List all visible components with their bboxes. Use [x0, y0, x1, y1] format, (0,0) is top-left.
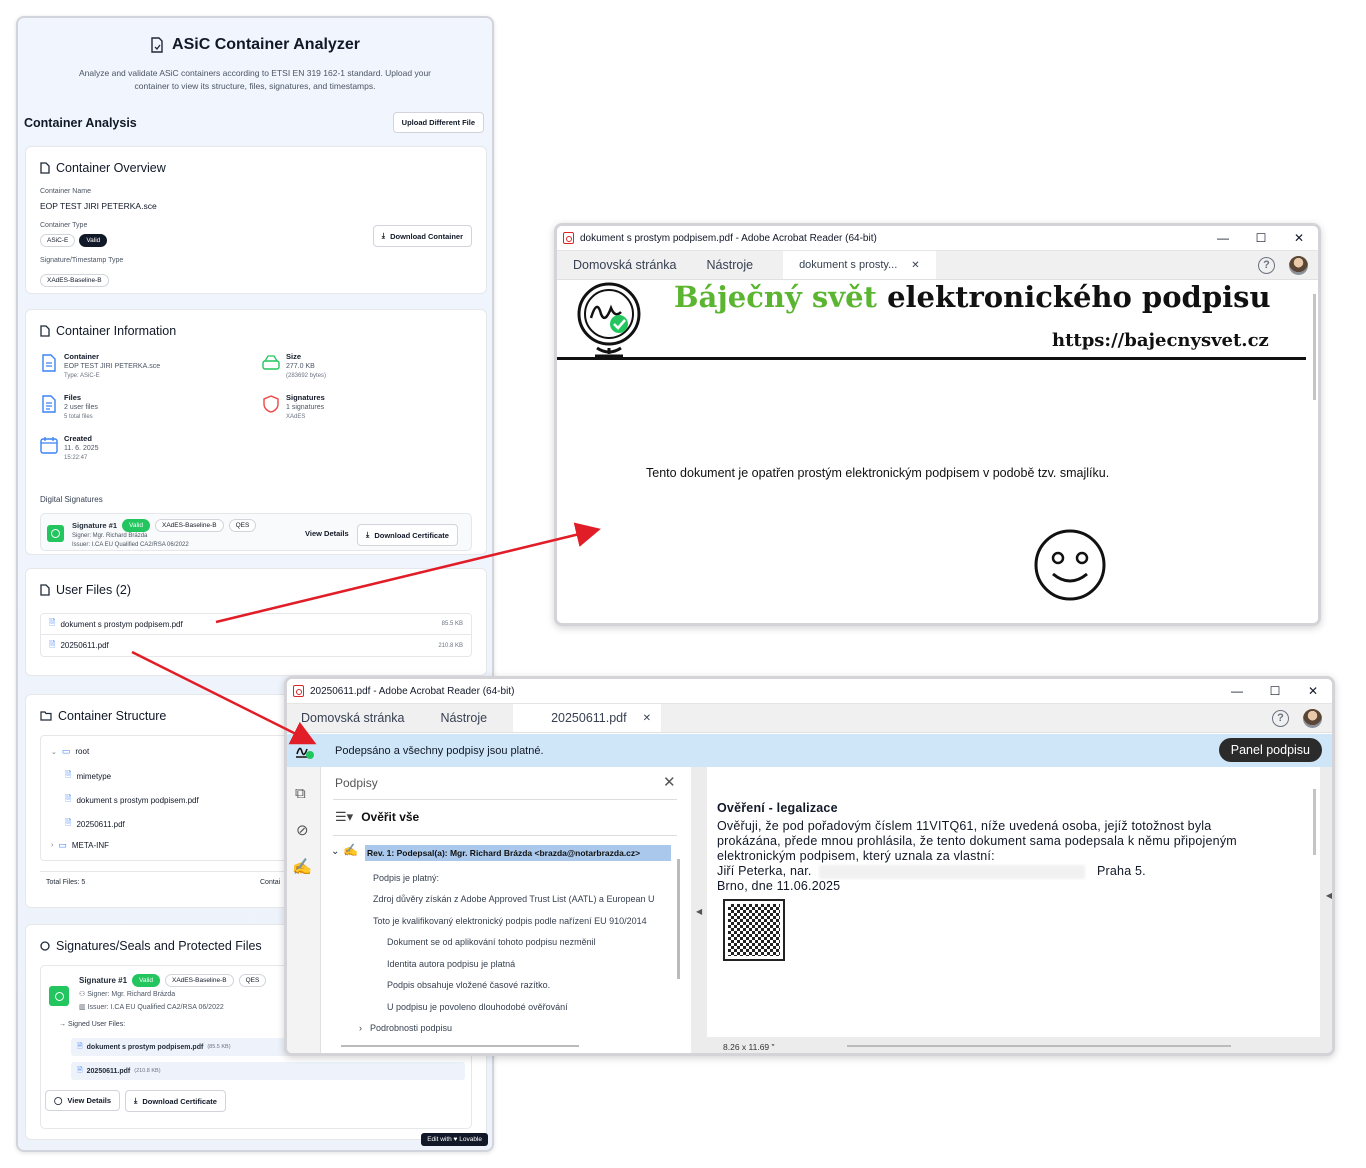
arrow-to-window-1 — [215, 522, 601, 624]
arrow-to-window-2 — [131, 650, 317, 745]
annotation-arrows — [131, 522, 601, 745]
screenshot-composite: ASiC Container Analyzer Analyze and vali… — [0, 0, 1366, 1168]
